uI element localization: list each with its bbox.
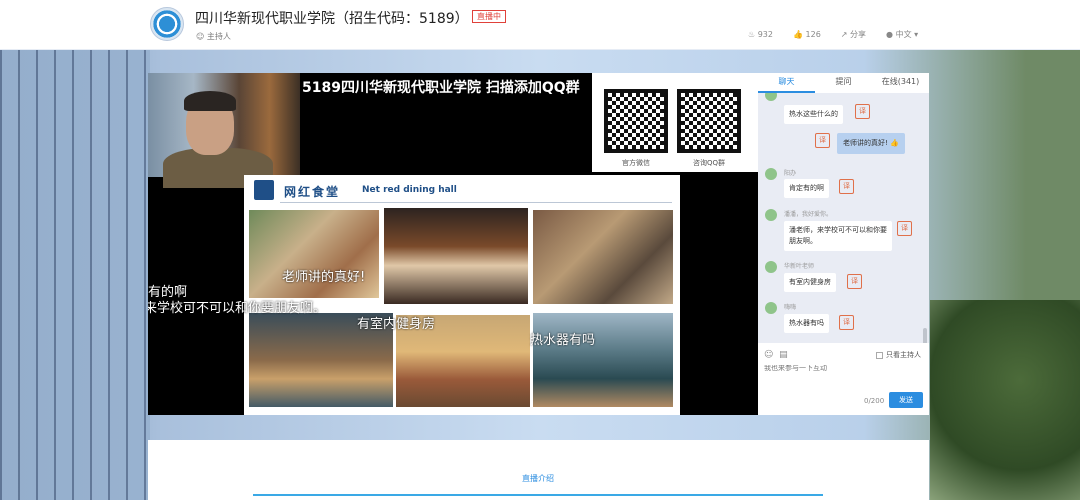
chat-input[interactable] (764, 365, 924, 372)
avatar (765, 168, 777, 180)
user-icon: ☺ (196, 32, 207, 41)
chat-text: 老师讲的真好! (843, 139, 888, 147)
chat-username: 阳办 (784, 170, 797, 177)
tab-questions[interactable]: 提问 (815, 73, 872, 93)
emoji-icon[interactable]: ☺ (764, 350, 773, 360)
language-select[interactable]: ● 中文 ▾ (886, 29, 918, 40)
char-count: 0/200 (864, 397, 885, 405)
chat-username: 华新叶老师 (784, 263, 815, 270)
like-button[interactable]: 👍 126 (793, 30, 821, 39)
chat-username: 潘潘，我好爱你。 (784, 211, 833, 218)
fire-icon: ♨ (748, 30, 758, 39)
likes-count: 126 (805, 30, 821, 39)
checkbox-icon[interactable] (876, 351, 883, 359)
canteen-photo (384, 208, 528, 304)
avatar (765, 209, 777, 221)
translate-icon[interactable]: 译 (839, 179, 854, 194)
background-trees (930, 300, 1080, 500)
only-host-checkbox[interactable]: 只看主持人 (876, 350, 921, 360)
only-host-label: 只看主持人 (886, 351, 921, 359)
slide-divider (280, 202, 672, 203)
views-count: 932 (757, 30, 773, 39)
translate-icon[interactable]: 译 (855, 104, 870, 119)
wechat-qr-code (604, 89, 668, 153)
danmaku-comment: 热水器有吗 (530, 333, 596, 348)
language-label: 中文 (895, 30, 912, 39)
chat-tools: ☺ ▤ (764, 350, 788, 360)
host-label: ☺ 主持人 (196, 31, 231, 42)
chat-bubble: 有室内健身房 (784, 273, 836, 292)
send-button[interactable]: 发送 (889, 392, 923, 408)
intro-section: 直播介绍 (148, 440, 929, 500)
video-player[interactable]: 5189四川华新现代职业学院 扫描添加QQ群 官方微信 咨询QQ群 网红食堂 N… (148, 73, 758, 415)
avatar (765, 261, 777, 273)
stream-title: 5189四川华新现代职业学院 扫描添加QQ群 (302, 80, 580, 96)
canteen-photo (533, 313, 673, 407)
stats-bar: ♨ 932 👍 126 ↗ 分享 ● 中文 ▾ (748, 29, 918, 40)
presentation-slide: 网红食堂 Net red dining hall (244, 175, 680, 415)
chat-bubble: 肯定有的啊 (784, 179, 829, 198)
chat-tabs: 聊天 提问 在线(341) (758, 73, 929, 93)
translate-icon[interactable]: 译 (815, 133, 830, 148)
translate-icon[interactable]: 译 (897, 221, 912, 236)
views-stat: ♨ 932 (748, 30, 773, 39)
danmaku-comment: 老师讲的真好! (282, 270, 366, 285)
globe-icon: ● (886, 30, 896, 39)
qr-panel: 官方微信 咨询QQ群 (592, 73, 758, 172)
danmaku-comment: 有室内健身房 (357, 317, 436, 332)
danmaku-comment: 来学校可不可以和你要朋友啊。 (148, 301, 327, 316)
share-button[interactable]: ↗ 分享 (841, 29, 866, 40)
chevron-down-icon: ▾ (911, 30, 919, 39)
live-badge: 直播中 (472, 10, 506, 23)
qq-qr-code (677, 89, 741, 153)
avatar (765, 302, 777, 314)
chat-bubble-self: 老师讲的真好! 👍 (837, 133, 905, 154)
presenter-hair (184, 91, 236, 111)
thumbs-up-icon: 👍 (890, 139, 899, 147)
page-title: 四川华新现代职业学院（招生代码：5189） (195, 11, 469, 27)
chat-messages: 热水这些什么的 译 译 老师讲的真好! 👍 阳办 肯定有的啊 译 潘潘，我好爱你… (758, 93, 929, 343)
qq-qr-caption: 咨询QQ群 (692, 159, 726, 167)
chat-scrollbar[interactable] (923, 328, 927, 343)
avatar (765, 93, 777, 101)
translate-icon[interactable]: 译 (847, 274, 862, 289)
tab-online[interactable]: 在线(341) (872, 73, 929, 93)
canteen-photo (533, 210, 673, 304)
host-text: 主持人 (206, 32, 231, 41)
school-logo (150, 7, 184, 41)
image-icon[interactable]: ▤ (779, 350, 788, 360)
camera-feed (148, 73, 300, 188)
chat-bubble: 热水这些什么的 (784, 105, 843, 124)
tab-live-intro[interactable]: 直播介绍 (522, 473, 554, 484)
chat-bubble: 潘老师，来学校可不可以和你要朋友啊。 (784, 221, 892, 251)
share-icon: ↗ (840, 30, 851, 39)
translate-icon[interactable]: 译 (839, 315, 854, 330)
chat-username: 嗨嗨 (784, 304, 797, 311)
chat-panel: 聊天 提问 在线(341) 热水这些什么的 译 译 老师讲的真好! 👍 阳办 肯… (758, 73, 929, 415)
wechat-qr-caption: 官方微信 (622, 159, 650, 167)
slide-title-cn: 网红食堂 (284, 185, 341, 199)
share-label: 分享 (850, 30, 867, 39)
tab-underline (253, 494, 823, 496)
slide-logo-mark (254, 180, 274, 200)
chat-bubble: 热水器有吗 (784, 314, 829, 333)
tab-chat[interactable]: 聊天 (758, 73, 815, 93)
background-building (0, 50, 150, 500)
header: 四川华新现代职业学院（招生代码：5189） 直播中 ☺ 主持人 ♨ 932 👍 … (0, 0, 1080, 50)
thumb-icon: 👍 (793, 30, 806, 39)
slide-title-en: Net red dining hall (362, 185, 457, 195)
